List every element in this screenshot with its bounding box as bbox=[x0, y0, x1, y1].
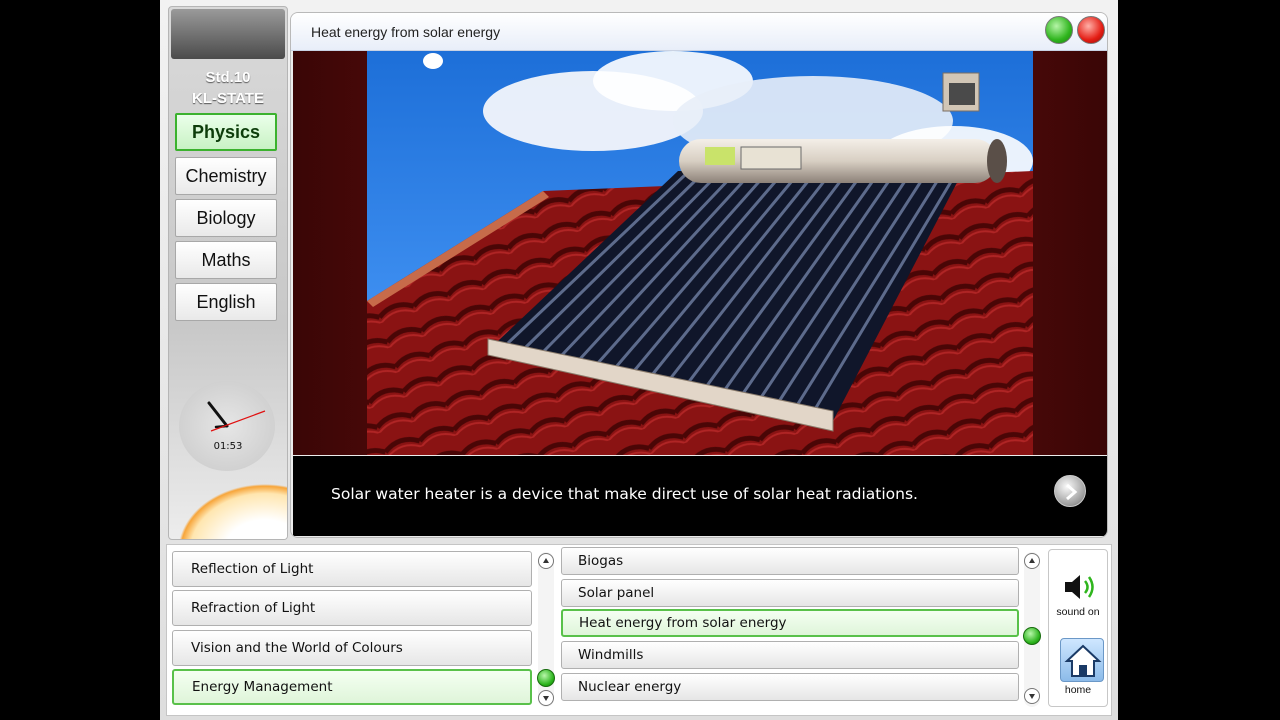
sound-toggle-button[interactable] bbox=[1063, 572, 1099, 602]
sidebar-header-panel bbox=[171, 9, 285, 59]
board-text: KL-STATE bbox=[192, 90, 264, 107]
chapter-item[interactable]: Reflection of Light bbox=[172, 551, 532, 587]
home-button[interactable] bbox=[1060, 638, 1104, 682]
chapter-label: Vision and the World of Colours bbox=[191, 640, 403, 656]
speaker-icon bbox=[1065, 575, 1094, 599]
chapter-label: Refraction of Light bbox=[191, 600, 316, 616]
subject-english-button[interactable]: English bbox=[175, 283, 277, 321]
decorative-swoosh bbox=[169, 477, 287, 539]
topic-scroll-down-button[interactable] bbox=[1024, 688, 1040, 704]
subject-physics-button[interactable]: Physics bbox=[175, 113, 277, 151]
caption-text: Solar water heater is a device that make… bbox=[331, 485, 918, 503]
topic-item[interactable]: Solar panel bbox=[561, 579, 1019, 607]
next-button[interactable] bbox=[1054, 475, 1086, 507]
close-button[interactable] bbox=[1077, 16, 1105, 44]
subject-label: Biology bbox=[196, 207, 256, 228]
class-label: Std.10 KL-STATE bbox=[169, 67, 287, 109]
arrow-down-icon bbox=[543, 696, 549, 701]
subject-label: Chemistry bbox=[185, 165, 267, 186]
chapter-scroll-thumb[interactable] bbox=[537, 669, 555, 687]
topic-label: Windmills bbox=[578, 647, 644, 663]
topic-item-active[interactable]: Heat energy from solar energy bbox=[561, 609, 1019, 637]
subject-label: Physics bbox=[191, 121, 261, 142]
std-text: Std.10 bbox=[205, 69, 251, 86]
chapter-item[interactable]: Vision and the World of Colours bbox=[172, 630, 532, 666]
topic-item[interactable]: Nuclear energy bbox=[561, 673, 1019, 701]
chapter-label: Reflection of Light bbox=[191, 561, 314, 577]
topic-item[interactable]: Biogas bbox=[561, 547, 1019, 575]
chapter-scroll-down-button[interactable] bbox=[538, 690, 554, 706]
arrow-up-icon bbox=[1029, 558, 1035, 563]
home-label: home bbox=[1064, 684, 1092, 696]
topic-label: Nuclear energy bbox=[578, 679, 682, 695]
subject-label: Maths bbox=[201, 249, 251, 270]
arrow-down-icon bbox=[1029, 694, 1035, 699]
topic-scroll-thumb[interactable] bbox=[1023, 627, 1041, 645]
chapter-scroll-up-button[interactable] bbox=[538, 553, 554, 569]
subject-maths-button[interactable]: Maths bbox=[175, 241, 277, 279]
window-title: Heat energy from solar energy bbox=[311, 24, 501, 40]
subject-label: English bbox=[196, 291, 256, 312]
subject-chemistry-button[interactable]: Chemistry bbox=[175, 157, 277, 195]
sound-label: sound on bbox=[1056, 606, 1100, 618]
chapter-label: Energy Management bbox=[192, 679, 333, 695]
house-icon bbox=[1064, 644, 1102, 677]
solar-heater-animation bbox=[293, 51, 1107, 455]
maximize-button[interactable] bbox=[1045, 16, 1073, 44]
subject-sidebar: Std.10 KL-STATE Physics Chemistry Biolog… bbox=[168, 6, 288, 540]
clock-time: 01:53 bbox=[213, 441, 243, 452]
video-window: Heat energy from solar energy Solar wate… bbox=[290, 12, 1108, 538]
chapter-item-active[interactable]: Energy Management bbox=[172, 669, 532, 705]
topic-scroll-up-button[interactable] bbox=[1024, 553, 1040, 569]
topic-label: Heat energy from solar energy bbox=[579, 615, 787, 631]
arrow-up-icon bbox=[543, 558, 549, 563]
topic-item[interactable]: Windmills bbox=[561, 641, 1019, 669]
topic-label: Biogas bbox=[578, 553, 624, 569]
caption-bar: Solar water heater is a device that make… bbox=[293, 456, 1107, 536]
subject-biology-button[interactable]: Biology bbox=[175, 199, 277, 237]
topic-label: Solar panel bbox=[578, 585, 655, 601]
chevron-right-icon bbox=[1066, 483, 1078, 501]
clock-icon bbox=[179, 381, 275, 471]
control-box: sound on home bbox=[1048, 549, 1108, 707]
title-bar: Heat energy from solar energy bbox=[291, 13, 1107, 51]
chapter-item[interactable]: Refraction of Light bbox=[172, 590, 532, 626]
